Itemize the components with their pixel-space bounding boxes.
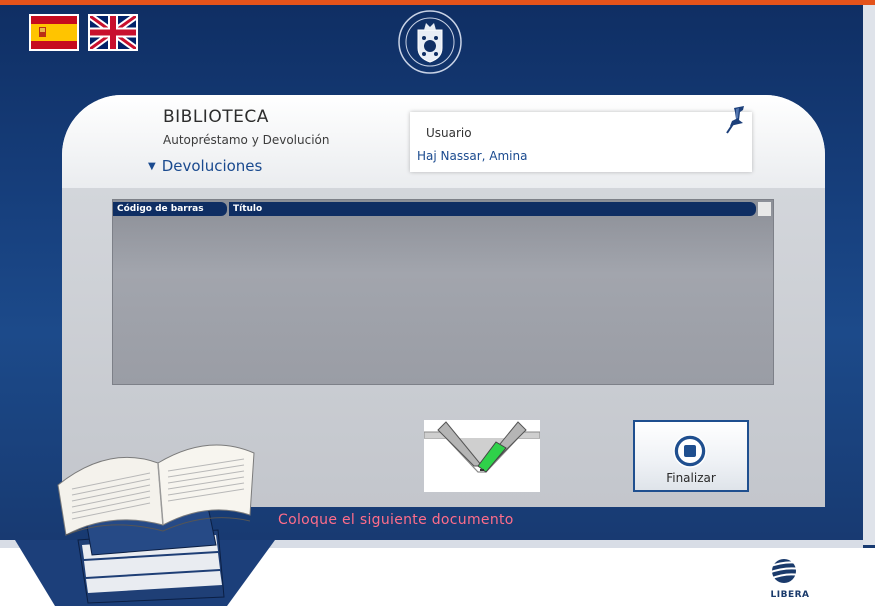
top-accent-line: [0, 0, 875, 5]
triangle-down-icon: ▼: [148, 161, 156, 172]
flag-spanish-button[interactable]: [29, 14, 79, 51]
stop-circle-icon: [673, 434, 707, 468]
user-label: Usuario: [426, 126, 472, 140]
library-subtitle: Autopréstamo y Devolución: [163, 133, 330, 147]
user-name: Haj Nassar, Amina: [417, 149, 528, 163]
book-scanner-icon: [423, 420, 541, 492]
table-header: Código de barras Título: [113, 202, 758, 216]
returns-table[interactable]: Código de barras Título: [112, 199, 774, 385]
app-background: BIBLIOTECA Autopréstamo y Devolución ▼ De…: [0, 0, 875, 606]
spain-flag-icon: [31, 16, 77, 49]
flag-english-button[interactable]: [87, 13, 139, 52]
right-edge-strip: [863, 5, 875, 545]
books-icon: [57, 444, 255, 604]
university-seal-icon: [398, 10, 462, 74]
finish-button[interactable]: Finalizar: [633, 420, 749, 492]
section-returns-toggle[interactable]: ▼ Devoluciones: [148, 157, 262, 175]
status-message: Coloque el siguiente documento: [278, 512, 514, 528]
column-header-barcode[interactable]: Código de barras: [113, 202, 227, 216]
column-header-title[interactable]: Título: [229, 202, 756, 216]
section-label: Devoluciones: [161, 157, 263, 175]
scanner-instruction-image: [423, 420, 541, 492]
libera-brand-text: LIBERA: [770, 590, 810, 600]
library-title: BIBLIOTECA: [163, 107, 269, 127]
pushpin-icon[interactable]: [724, 104, 750, 134]
uk-flag-icon: [87, 13, 139, 52]
finish-button-label: Finalizar: [666, 471, 716, 485]
user-info-box: Usuario Haj Nassar, Amina: [410, 106, 752, 172]
table-header-scroll-cap: [758, 202, 771, 216]
